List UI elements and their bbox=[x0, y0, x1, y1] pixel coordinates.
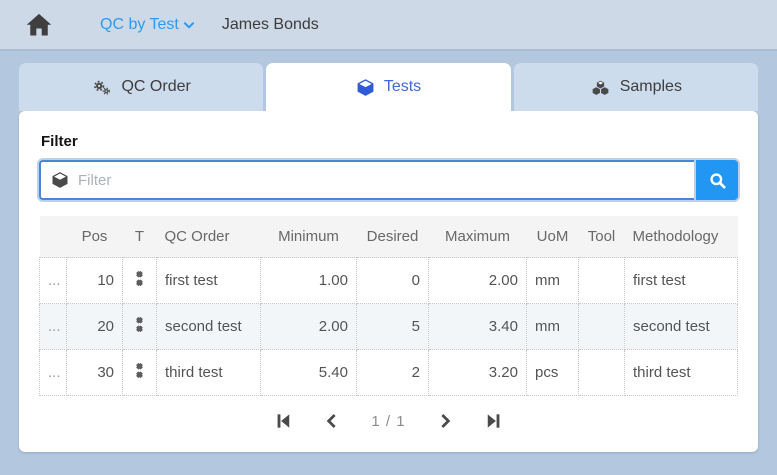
chevron-left-icon bbox=[323, 412, 341, 430]
row-actions-menu[interactable]: ... bbox=[40, 258, 67, 304]
col-header-tool: Tool bbox=[579, 216, 625, 258]
cell-pos: 10 bbox=[67, 258, 123, 304]
cell-methodology: third test bbox=[625, 350, 738, 396]
col-header-desired: Desired bbox=[357, 216, 429, 258]
pencil-ruler-icon bbox=[131, 316, 148, 333]
cube-icon bbox=[51, 171, 69, 189]
cell-tool bbox=[579, 350, 625, 396]
cell-pos: 20 bbox=[67, 304, 123, 350]
tests-table: Pos T QC Order Minimum Desired Maximum U… bbox=[39, 216, 738, 396]
filter-section-label: Filter bbox=[41, 133, 738, 150]
col-header-minimum: Minimum bbox=[261, 216, 357, 258]
first-page-icon bbox=[273, 411, 293, 431]
pagination: 1 / 1 bbox=[39, 396, 738, 446]
chevron-down-icon bbox=[182, 18, 196, 32]
user-name-label: James Bonds bbox=[222, 16, 319, 34]
cell-uom: mm bbox=[527, 304, 579, 350]
cell-test-type bbox=[123, 258, 157, 304]
table-row: ... 20 second test 2.00 5 3.40 mm second… bbox=[40, 304, 738, 350]
filter-input[interactable] bbox=[78, 172, 684, 189]
tab-samples[interactable]: Samples bbox=[514, 63, 758, 111]
cell-maximum: 2.00 bbox=[429, 258, 527, 304]
filter-input-group bbox=[39, 160, 738, 200]
col-header-pos: Pos bbox=[67, 216, 123, 258]
tab-label: QC Order bbox=[121, 78, 190, 96]
tab-label: Samples bbox=[620, 78, 682, 96]
col-header-qc-order: QC Order bbox=[157, 216, 261, 258]
cell-methodology: second test bbox=[625, 304, 738, 350]
cell-uom: pcs bbox=[527, 350, 579, 396]
col-header-uom: UoM bbox=[527, 216, 579, 258]
gears-icon bbox=[91, 78, 112, 97]
cell-test-type bbox=[123, 350, 157, 396]
breadcrumb-dropdown-qc-by-test[interactable]: QC by Test bbox=[100, 16, 196, 34]
last-page-button[interactable] bbox=[484, 411, 504, 431]
tab-bar: QC Order Tests Samples bbox=[19, 63, 758, 111]
cell-desired: 0 bbox=[357, 258, 429, 304]
previous-page-button[interactable] bbox=[323, 412, 341, 430]
col-header-t: T bbox=[123, 216, 157, 258]
cell-qc-order: third test bbox=[157, 350, 261, 396]
breadcrumb-label: QC by Test bbox=[100, 16, 179, 34]
cell-minimum: 5.40 bbox=[261, 350, 357, 396]
search-button[interactable] bbox=[696, 160, 738, 200]
col-header-methodology: Methodology bbox=[625, 216, 738, 258]
filter-input-wrapper bbox=[39, 160, 696, 200]
cell-qc-order: second test bbox=[157, 304, 261, 350]
cell-minimum: 2.00 bbox=[261, 304, 357, 350]
row-actions-menu[interactable]: ... bbox=[40, 304, 67, 350]
next-page-button[interactable] bbox=[436, 412, 454, 430]
page-indicator: 1 / 1 bbox=[371, 413, 405, 430]
tab-label: Tests bbox=[384, 78, 421, 96]
tests-panel: Filter bbox=[19, 111, 758, 452]
cell-maximum: 3.40 bbox=[429, 304, 527, 350]
table-header-row: Pos T QC Order Minimum Desired Maximum U… bbox=[40, 216, 738, 258]
cubes-icon bbox=[590, 78, 611, 97]
last-page-icon bbox=[484, 411, 504, 431]
col-header-maximum: Maximum bbox=[429, 216, 527, 258]
row-actions-menu[interactable]: ... bbox=[40, 350, 67, 396]
col-header-actions bbox=[40, 216, 67, 258]
table-row: ... 10 first test 1.00 0 2.00 mm first t… bbox=[40, 258, 738, 304]
cell-test-type bbox=[123, 304, 157, 350]
chevron-right-icon bbox=[436, 412, 454, 430]
cell-desired: 2 bbox=[357, 350, 429, 396]
cell-tool bbox=[579, 258, 625, 304]
cell-tool bbox=[579, 304, 625, 350]
home-button[interactable] bbox=[24, 11, 54, 39]
cell-qc-order: first test bbox=[157, 258, 261, 304]
pencil-ruler-icon bbox=[131, 362, 148, 379]
cube-icon bbox=[356, 78, 375, 97]
top-navigation-bar: QC by Test James Bonds bbox=[0, 0, 777, 51]
table-row: ... 30 third test 5.40 2 3.20 pcs third … bbox=[40, 350, 738, 396]
home-icon bbox=[24, 11, 54, 39]
cell-uom: mm bbox=[527, 258, 579, 304]
tab-qc-order[interactable]: QC Order bbox=[19, 63, 263, 111]
tab-tests[interactable]: Tests bbox=[266, 63, 510, 111]
cell-minimum: 1.00 bbox=[261, 258, 357, 304]
cell-maximum: 3.20 bbox=[429, 350, 527, 396]
pencil-ruler-icon bbox=[131, 270, 148, 287]
cell-pos: 30 bbox=[67, 350, 123, 396]
cell-desired: 5 bbox=[357, 304, 429, 350]
cell-methodology: first test bbox=[625, 258, 738, 304]
search-icon bbox=[708, 171, 727, 190]
first-page-button[interactable] bbox=[273, 411, 293, 431]
